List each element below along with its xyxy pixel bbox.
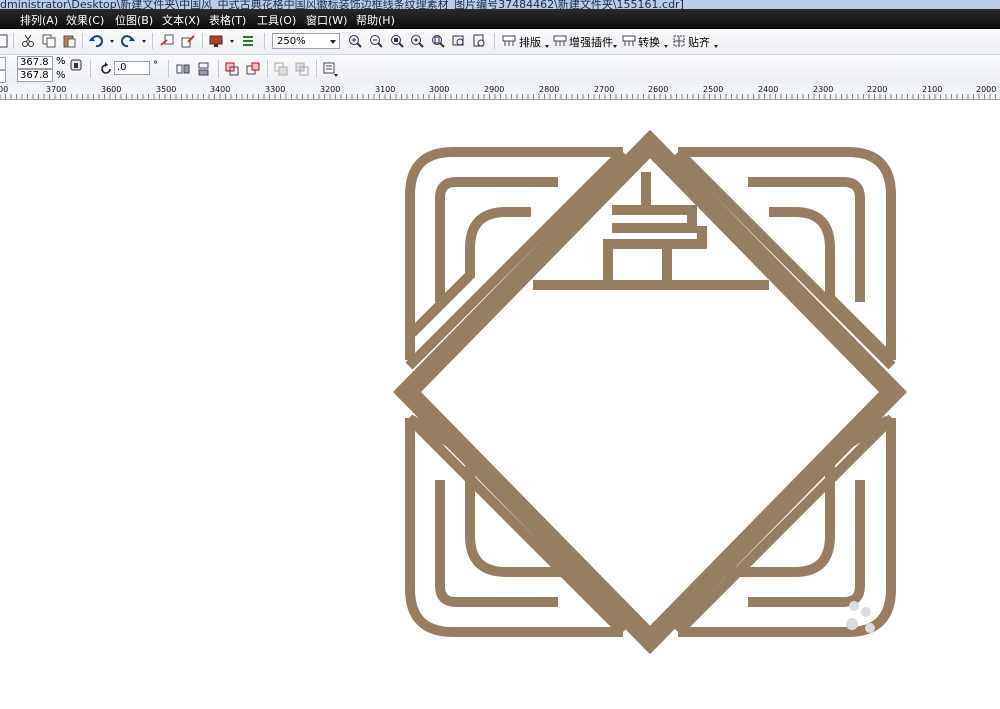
window-titlebar: dministrator\Desktop\新建文件夹\中国风_中式古典花格中国风… [0,0,1000,9]
snap-button[interactable]: 贴齐 [688,34,710,50]
plugin-button[interactable]: 增强插件 [569,34,613,50]
lattice-top-bar [612,205,697,233]
zoom-in-icon[interactable] [347,33,363,49]
menu-tools[interactable]: 工具(O) [257,12,296,28]
snap-icon[interactable] [671,33,687,49]
welcome-screen-icon[interactable] [240,33,256,49]
trim-icon[interactable] [245,61,261,77]
ruler-label: 2400 [758,85,779,94]
rotation-angle-value: .0 [117,62,127,73]
undo-dropdown-icon[interactable] [110,40,114,43]
ruler-label: 2800 [539,85,560,94]
menu-text[interactable]: 文本(X) [162,12,200,28]
ruler-label: 2500 [703,85,724,94]
ruler-label: 2900 [484,85,505,94]
ruler-label: 3300 [265,85,286,94]
drawing-canvas[interactable] [0,100,1000,709]
paste-icon[interactable] [61,33,77,49]
horizontal-ruler[interactable]: 00 3700 3600 3500 3400 3300 3200 3100 30… [0,84,1000,100]
simplify-icon [294,61,310,77]
menu-window[interactable]: 窗口(W) [306,12,347,28]
ruler-label: 2700 [594,85,615,94]
plugin-icon[interactable] [552,33,568,49]
zoom-level-value: 250% [277,36,306,47]
standard-toolbar: 250% 排版 增强插件 转换 贴齐 [0,29,1000,55]
scale-x-unit: % [56,56,66,67]
ruler-label: 3500 [156,85,177,94]
rotate-icon[interactable] [98,61,114,77]
lattice-block [603,226,707,285]
menu-effects[interactable]: 效果(C) [66,12,104,28]
ruler-label: 3000 [429,85,450,94]
convert-button[interactable]: 转换 [638,34,660,50]
arrange-button[interactable]: 排版 [519,34,541,50]
convert-dropdown-icon[interactable] [664,45,668,48]
ruler-label: 3700 [46,85,67,94]
zoom-to-page-icon[interactable] [430,33,446,49]
menu-help[interactable]: 帮助(H) [356,12,395,28]
import-icon[interactable] [159,33,175,49]
mirror-horizontal-icon[interactable] [175,61,191,77]
cut-icon[interactable] [20,33,36,49]
scale-x-field[interactable]: 367.8 [17,56,53,69]
ruler-label: 2200 [867,85,888,94]
redo-dropdown-icon[interactable] [142,40,146,43]
window-title: dministrator\Desktop\新建文件夹\中国风_中式古典花格中国风… [0,0,684,9]
scale-y-field[interactable]: 367.8 [17,69,53,82]
ruler-label: 2000 [976,85,997,94]
new-document-icon[interactable] [0,33,10,49]
zoom-to-page-width-icon[interactable] [451,33,467,49]
align-dropdown-icon[interactable] [334,74,338,77]
snap-dropdown-icon[interactable] [714,45,718,48]
ruler-label: 2300 [813,85,834,94]
redo-icon[interactable] [120,33,136,49]
zoom-to-selected-icon[interactable] [389,33,405,49]
weld-icon[interactable] [224,61,240,77]
application-launcher-icon[interactable] [208,33,224,49]
position-y-field[interactable] [0,70,6,83]
plugin-dropdown-icon[interactable] [613,45,617,48]
ruler-label: 3600 [101,85,122,94]
scale-x-value: 367.8 [20,57,49,68]
scale-y-value: 367.8 [20,70,49,81]
ruler-label: 3400 [210,85,231,94]
ruler-label: 2100 [922,85,943,94]
lock-ratio-icon[interactable] [68,57,84,73]
ruler-label: 3200 [320,85,341,94]
undo-icon[interactable] [88,33,104,49]
scale-y-unit: % [56,70,66,81]
zoom-level-select[interactable]: 250% [272,33,340,49]
menu-bitmaps[interactable]: 位图(B) [115,12,153,28]
menu-arrange[interactable]: 排列(A) [20,12,58,28]
ruler-label: 00 [0,85,9,94]
degree-unit: ° [153,60,158,71]
zoom-to-page-height-icon[interactable] [471,33,487,49]
copy-icon[interactable] [41,33,57,49]
intersect-icon [273,61,289,77]
export-icon[interactable] [180,33,196,49]
lattice-ornament-artwork[interactable] [0,100,1000,709]
ruler-label: 2600 [648,85,669,94]
menu-bar: 排列(A) 效果(C) 位图(B) 文本(X) 表格(T) 工具(O) 窗口(W… [0,9,1000,29]
rotation-angle-field[interactable]: .0 [114,61,150,75]
ruler-label: 3100 [375,85,396,94]
launcher-dropdown-icon[interactable] [230,40,234,43]
menu-table[interactable]: 表格(T) [209,12,246,28]
zoom-to-all-objects-icon[interactable] [409,33,425,49]
arrange-dropdown-icon[interactable] [545,45,549,48]
mirror-vertical-icon[interactable] [196,61,212,77]
position-x-field[interactable] [0,57,6,70]
arrange-icon[interactable] [501,33,517,49]
property-bar: 367.8 367.8 % % .0 ° [0,55,1000,85]
zoom-dropdown-icon [330,40,336,44]
convert-icon[interactable] [621,33,637,49]
zoom-out-icon[interactable] [368,33,384,49]
